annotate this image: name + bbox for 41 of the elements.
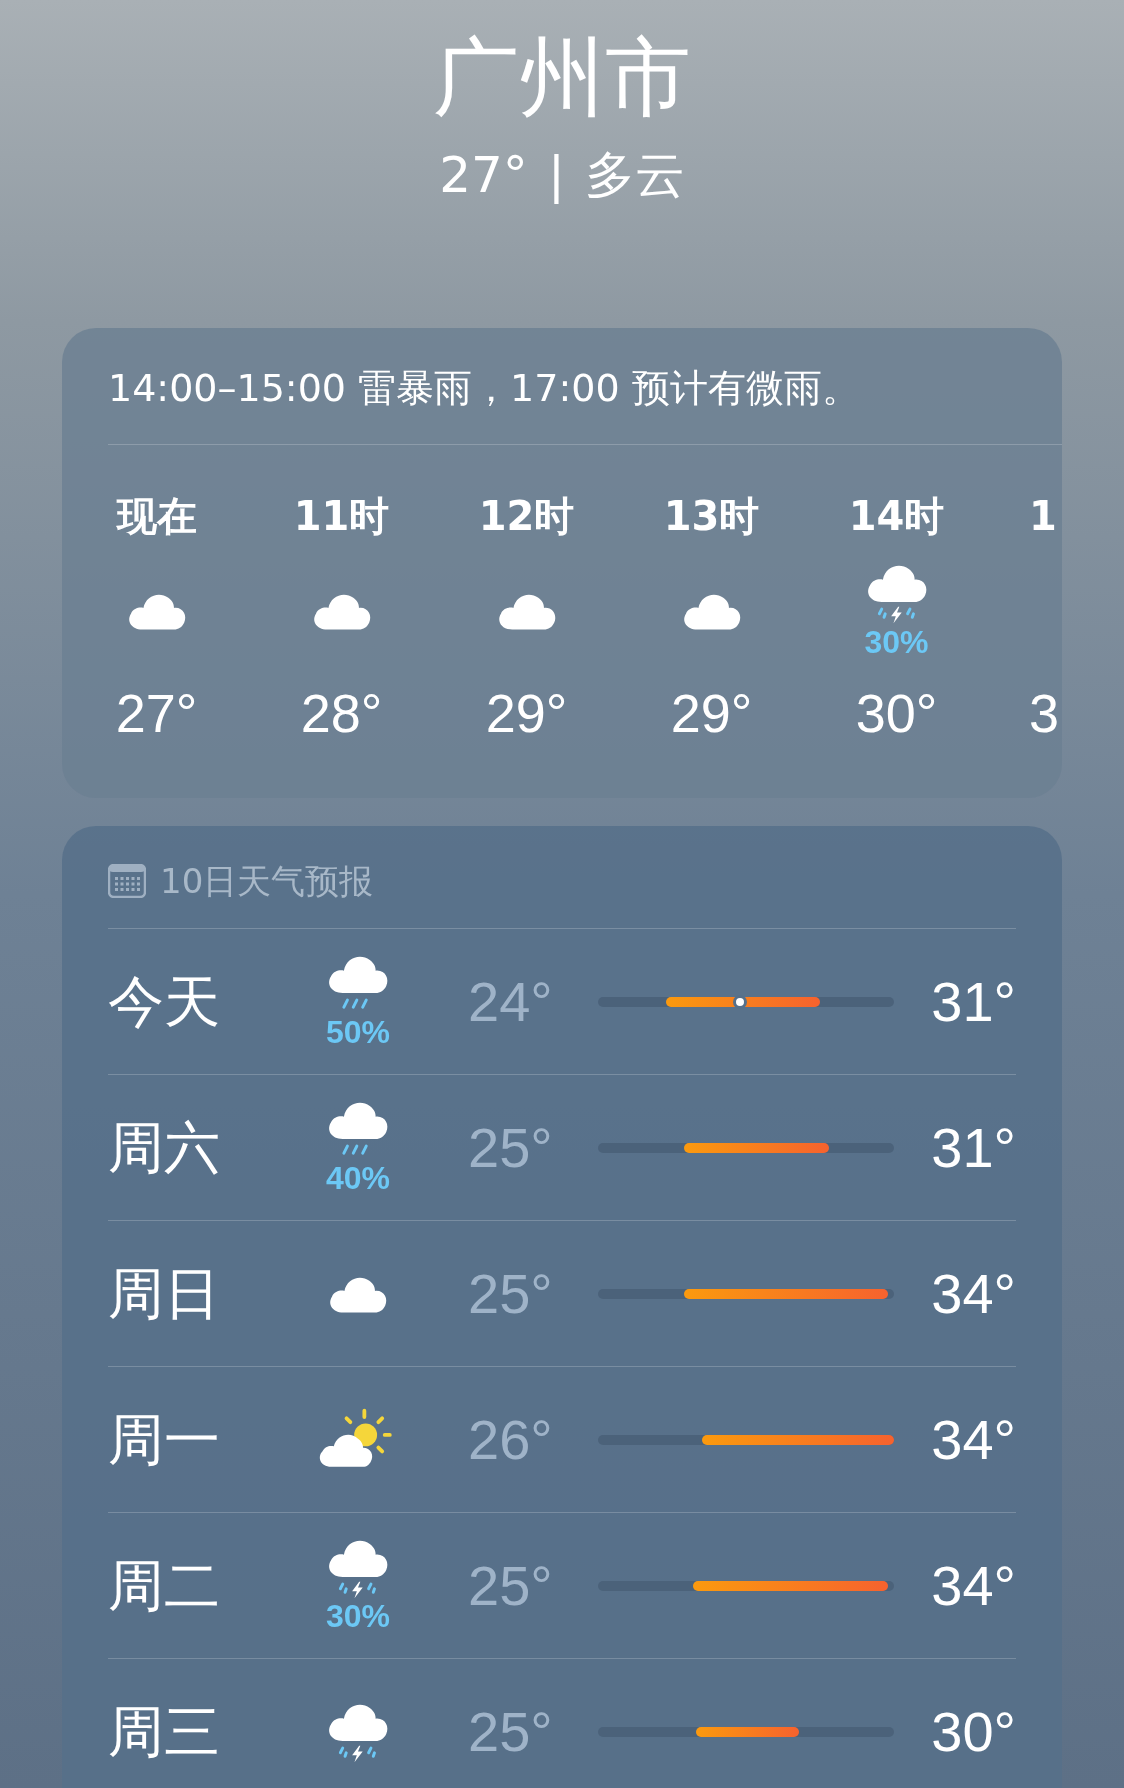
high-temperature: 31° — [931, 1114, 1016, 1181]
hour-label: 14时 — [848, 492, 945, 541]
low-temperature: 25° — [468, 1114, 554, 1181]
current-temperature: 27° — [439, 145, 528, 206]
high-temperature: 34° — [931, 1406, 1016, 1473]
hourly-summary: 14:00–15:00 雷暴雨，17:00 预计有微雨。 — [107, 365, 861, 412]
day-label: 周三 — [108, 1698, 221, 1765]
low-temperature: 25° — [468, 1552, 554, 1619]
day-label: 周二 — [108, 1552, 221, 1619]
day-label: 今天 — [108, 968, 221, 1035]
precipitation-chance: 50% — [325, 1014, 390, 1051]
hour-label: 现在 — [116, 492, 197, 541]
high-temperature: 31° — [931, 968, 1016, 1035]
hour-label: 13时 — [663, 492, 760, 541]
low-temperature: 25° — [468, 1698, 554, 1765]
forecast-title: 10日天气预报 — [160, 860, 374, 903]
day-label: 周日 — [108, 1260, 221, 1327]
high-temperature: 34° — [931, 1260, 1016, 1327]
calendar-icon — [108, 864, 146, 898]
separator: | — [547, 145, 565, 206]
hour-temperature: 27° — [115, 682, 198, 745]
hour-label: 11时 — [293, 492, 390, 541]
hour-temperature: 30° — [855, 682, 938, 745]
day-label: 周六 — [108, 1114, 221, 1181]
hour-temperature: 28° — [300, 682, 383, 745]
hour-temperature: 29° — [670, 682, 753, 745]
low-temperature: 25° — [468, 1260, 554, 1327]
high-temperature: 34° — [931, 1552, 1016, 1619]
low-temperature: 26° — [468, 1406, 554, 1473]
hour-temperature: 3 — [1029, 682, 1060, 745]
day-label: 周一 — [108, 1406, 221, 1473]
precipitation-chance: 30% — [864, 623, 929, 660]
hour-label: 12时 — [478, 492, 575, 541]
precipitation-chance: 30% — [325, 1598, 390, 1635]
precipitation-chance: 40% — [325, 1160, 390, 1197]
hour-label: 1 — [1029, 492, 1057, 541]
hour-temperature: 29° — [485, 682, 568, 745]
city-name: 广州市 — [433, 26, 691, 129]
low-temperature: 24° — [468, 968, 554, 1035]
current-condition: 多云 — [584, 145, 685, 206]
high-temperature: 30° — [931, 1698, 1016, 1765]
